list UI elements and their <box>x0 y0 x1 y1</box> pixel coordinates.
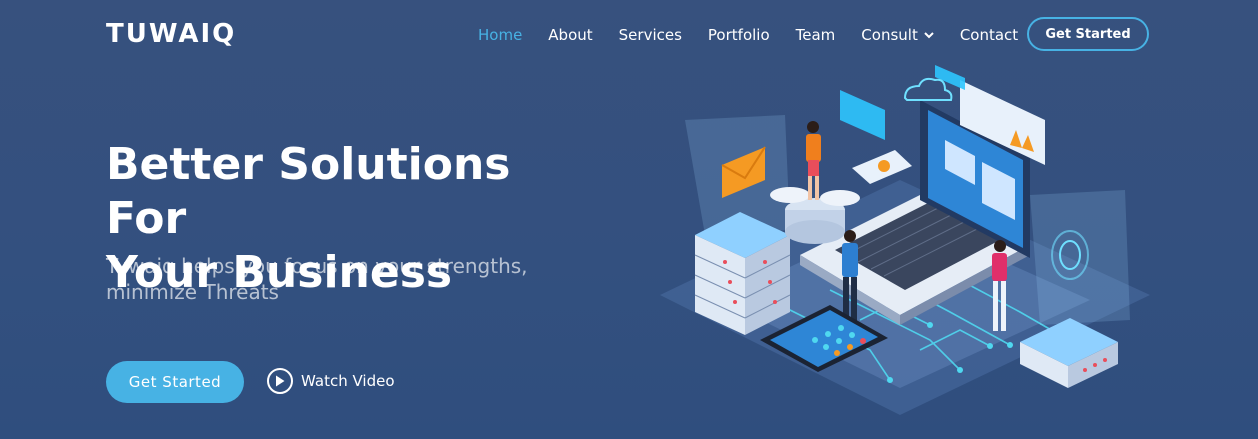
hero-subtitle: Tuwaiq helps you focus on your strengths… <box>106 253 546 305</box>
nav-services-label: Services <box>618 26 682 44</box>
nav-team[interactable]: Team <box>796 26 836 44</box>
nav-portfolio-label: Portfolio <box>707 26 770 44</box>
nav-about-label: About <box>548 26 593 44</box>
watch-video-button[interactable]: Watch Video <box>267 365 395 397</box>
nav-contact[interactable]: Contact <box>960 26 1018 44</box>
play-icon <box>267 368 293 394</box>
nav-home[interactable]: Home <box>478 26 522 44</box>
laptop-network-illustration <box>660 65 1150 415</box>
nav-contact-label: Contact <box>959 26 1019 44</box>
main-nav: Home About Services Portfolio Team Consu… <box>478 17 1044 53</box>
nav-team-label: Team <box>795 26 836 44</box>
site-logo[interactable]: TUWAIQ <box>106 19 236 49</box>
header-get-started-button[interactable]: Get Started <box>1027 17 1149 51</box>
hero-title-line1: Better Solutions For <box>106 139 511 244</box>
nav-home-label: Home <box>478 26 523 44</box>
hero-subtitle-line1: Tuwaiq helps you focus on your strengths… <box>106 254 528 278</box>
nav-about[interactable]: About <box>548 26 592 44</box>
nav-consult-label: Consult <box>861 26 918 44</box>
chevron-down-icon <box>924 29 934 42</box>
hero-get-started-button[interactable]: Get Started <box>106 361 244 403</box>
hero-subtitle-line2: minimize Threats <box>106 280 279 304</box>
nav-consult[interactable]: Consult <box>861 26 934 44</box>
nav-portfolio[interactable]: Portfolio <box>708 26 770 44</box>
watch-video-label: Watch Video <box>301 372 395 390</box>
nav-services[interactable]: Services <box>619 26 682 44</box>
